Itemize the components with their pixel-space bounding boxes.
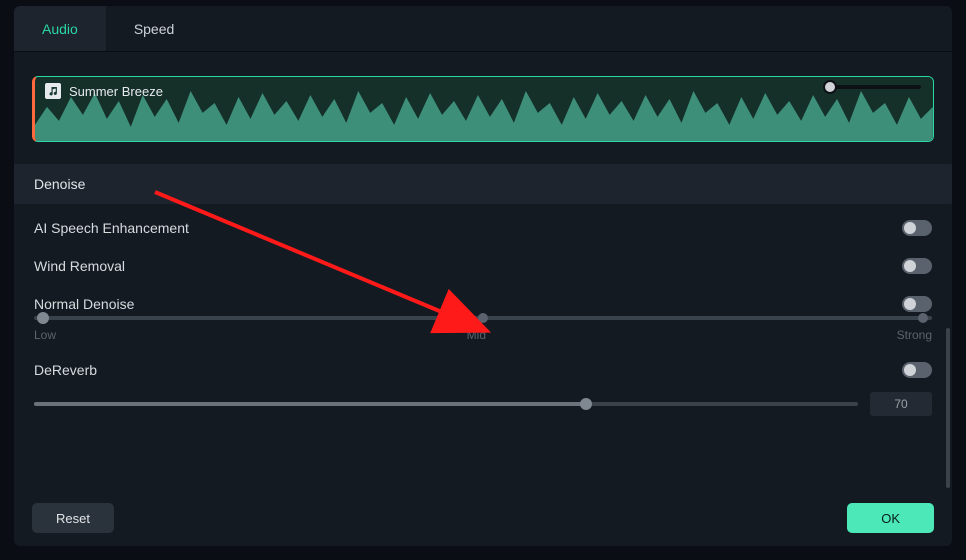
waveform-graphic (35, 77, 933, 142)
dereverb-handle[interactable] (580, 398, 592, 410)
slider-label-strong: Strong (897, 328, 932, 342)
row-ai-speech-enhancement: AI Speech Enhancement (32, 204, 934, 242)
normal-denoise-strong-tick (918, 313, 928, 323)
normal-denoise-handle[interactable] (37, 312, 49, 324)
row-wind-removal: Wind Removal (32, 242, 934, 280)
normal-denoise-slider-block: Low Mid Strong (32, 316, 934, 346)
dereverb-value-box[interactable]: 70 (870, 392, 932, 416)
slider-label-low: Low (34, 328, 56, 342)
toggle-wind-removal[interactable] (902, 258, 932, 274)
label-dereverb: DeReverb (34, 362, 97, 378)
audio-clip-waveform[interactable]: Summer Breeze (32, 76, 934, 142)
label-normal-denoise: Normal Denoise (34, 296, 134, 312)
slider-label-mid: Mid (467, 328, 486, 342)
footer: Reset OK (14, 490, 952, 546)
normal-denoise-slider[interactable] (34, 316, 932, 320)
audio-panel: Audio Speed Summer Breeze (14, 6, 952, 546)
clip-volume-slider[interactable] (829, 85, 921, 89)
label-wind-removal: Wind Removal (34, 258, 125, 274)
label-ai-speech: AI Speech Enhancement (34, 220, 189, 236)
normal-denoise-mid-tick (478, 313, 488, 323)
music-note-icon (45, 83, 61, 99)
content-area: Summer Breeze Denoise AI Speech Enhancem… (14, 52, 952, 490)
section-header-denoise: Denoise (14, 164, 952, 204)
ok-button[interactable]: OK (847, 503, 934, 533)
row-normal-denoise: Normal Denoise (32, 280, 934, 314)
vertical-scrollbar[interactable] (946, 328, 950, 488)
row-dereverb: DeReverb (32, 346, 934, 384)
toggle-normal-denoise[interactable] (902, 296, 932, 312)
clip-volume-handle[interactable] (823, 80, 837, 94)
tab-speed[interactable]: Speed (106, 6, 202, 51)
toggle-ai-speech[interactable] (902, 220, 932, 236)
tabs: Audio Speed (14, 6, 952, 52)
audio-clip-title: Summer Breeze (69, 84, 163, 99)
toggle-dereverb[interactable] (902, 362, 932, 378)
dereverb-slider[interactable] (34, 402, 858, 406)
reset-button[interactable]: Reset (32, 503, 114, 533)
dereverb-slider-line: 70 (32, 384, 934, 416)
tab-audio[interactable]: Audio (14, 6, 106, 51)
